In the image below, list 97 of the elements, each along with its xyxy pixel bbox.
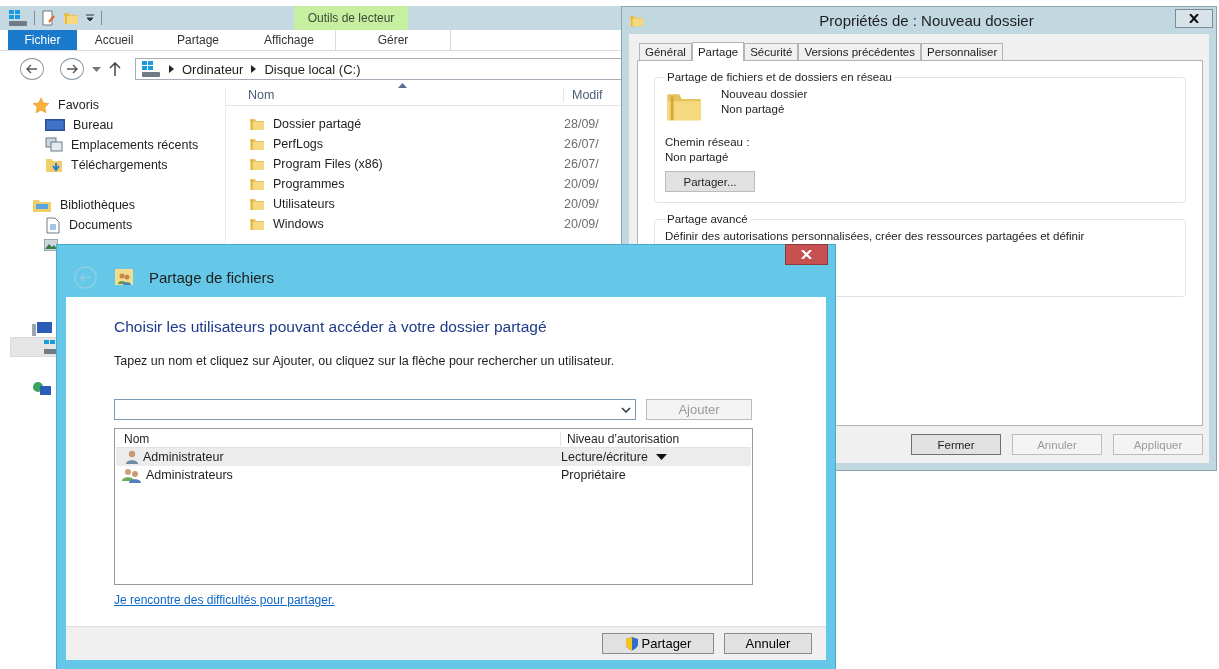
column-header[interactable]: Modif	[564, 88, 624, 102]
history-caret-icon[interactable]	[92, 66, 101, 72]
file-date: 20/09/	[564, 197, 599, 211]
folder-icon	[249, 196, 265, 212]
breadcrumb-arrow-icon	[251, 65, 257, 73]
user-row[interactable]: Administrateurs Propriétaire	[116, 466, 751, 484]
file-date: 20/09/	[564, 217, 599, 231]
dialog-button[interactable]: Partager	[602, 633, 714, 654]
network-path-value: Non partagé	[665, 150, 730, 165]
computer-icon	[32, 321, 52, 337]
picture-library-icon	[44, 239, 58, 251]
column-header[interactable]: Nom	[226, 88, 564, 102]
network-icon	[32, 381, 52, 397]
folder-name: Nouveau dossier	[721, 87, 808, 102]
properties-icon	[41, 10, 57, 26]
share-button[interactable]: Partager...	[665, 171, 755, 192]
file-name[interactable]: Program Files (x86)	[273, 157, 383, 171]
dropdown-icon[interactable]	[85, 13, 95, 23]
permission-level: Lecture/écriture	[561, 450, 648, 464]
nav-item[interactable]: Emplacements récents	[71, 138, 199, 152]
recent-places-icon	[45, 137, 63, 153]
new-folder-icon	[63, 10, 79, 26]
drive-icon	[141, 60, 161, 78]
tab[interactable]: Sécurité	[744, 43, 799, 60]
ribbon-tab[interactable]: Gérer	[335, 30, 451, 50]
drive-icon	[8, 9, 28, 27]
file-name[interactable]: Programmes	[273, 177, 345, 191]
column-header[interactable]: Nom	[116, 431, 561, 446]
description: Définir des autorisations personnalisées, créer des ressources partagées et définir	[665, 229, 1086, 244]
address-bar[interactable]: Ordinateur Disque local (C:)	[135, 58, 624, 80]
shield-icon	[624, 636, 639, 651]
nav-group-label[interactable]: Favoris	[58, 98, 99, 112]
user-name: Administrateurs	[146, 468, 233, 482]
ribbon-tab[interactable]: Partage	[151, 30, 245, 50]
file-date: 20/09/	[564, 177, 599, 191]
close-icon	[1189, 14, 1199, 23]
monitor-icon	[45, 118, 65, 132]
group-title: Partage avancé	[666, 213, 749, 225]
folder-icon	[249, 176, 265, 192]
user-row[interactable]: Administrateur Lecture/écriture	[116, 448, 751, 466]
nav-item[interactable]: Bureau	[73, 118, 114, 132]
back-arrow-icon	[26, 64, 38, 74]
group-title: Partage de fichiers et de dossiers en réseau	[666, 71, 894, 83]
nav-item[interactable]: Téléchargements	[71, 158, 168, 172]
folder-icon	[249, 156, 265, 172]
instruction-text: Tapez un nom et cliquez sur Ajouter, ou cliquez sur la flèche pour rechercher un utilisateur.	[114, 354, 616, 368]
user-name: Administrateur	[143, 450, 224, 464]
file-date: 26/07/	[564, 137, 599, 151]
ribbon-context-label: Outils de lecteur	[294, 6, 408, 30]
tab[interactable]: Partage	[691, 42, 745, 61]
folder-icon	[629, 13, 644, 28]
library-icon	[32, 197, 52, 213]
permission-level: Propriétaire	[561, 468, 626, 482]
file-name[interactable]: PerfLogs	[273, 137, 324, 151]
dialog-button[interactable]: Fermer	[911, 434, 1001, 455]
share-status: Non partagé	[721, 102, 786, 117]
file-name[interactable]: Dossier partagé	[273, 117, 362, 131]
document-icon	[45, 216, 61, 234]
nav-item[interactable]: Documents	[69, 218, 133, 232]
up-arrow-icon[interactable]	[109, 62, 121, 76]
breadcrumb-arrow-icon	[169, 65, 174, 73]
help-link[interactable]: Je rencontre des difficultés pour partager.	[114, 593, 335, 607]
ribbon-tab[interactable]: Affichage	[245, 30, 333, 50]
network-path-label: Chemin réseau :	[665, 135, 751, 150]
nav-group-label[interactable]: Bibliothèques	[60, 198, 136, 212]
window-title: Propriétés de : Nouveau dossier	[819, 12, 1034, 29]
column-header[interactable]: Niveau d’autorisation	[561, 431, 751, 446]
users-icon	[122, 467, 142, 483]
ribbon-tab[interactable]: Fichier	[8, 30, 77, 50]
tab[interactable]: Personnaliser	[921, 43, 1004, 60]
breadcrumb[interactable]: Disque local (C:)	[264, 61, 361, 77]
folder-icon	[249, 116, 265, 132]
close-button[interactable]	[785, 244, 828, 265]
dialog-heading: Choisir les utilisateurs pouvant accéder à votre dossier partagé	[114, 318, 548, 336]
forward-arrow-icon	[66, 64, 78, 74]
folder-icon	[249, 216, 265, 232]
breadcrumb[interactable]: Ordinateur	[182, 61, 244, 77]
star-icon	[32, 96, 50, 114]
file-name[interactable]: Windows	[273, 217, 324, 231]
close-button[interactable]	[1175, 9, 1213, 28]
close-icon	[801, 250, 812, 259]
dropdown-arrow-icon[interactable]	[655, 454, 667, 460]
user-icon	[125, 449, 139, 465]
tab[interactable]: Général	[639, 43, 692, 60]
dialog-button[interactable]: Annuler	[724, 633, 812, 654]
folder-icon	[249, 136, 265, 152]
file-date: 26/07/	[564, 157, 599, 171]
tab[interactable]: Versions précédentes	[798, 43, 921, 60]
sharing-users-icon	[115, 269, 133, 285]
file-name[interactable]: Utilisateurs	[273, 197, 335, 211]
chevron-down-icon[interactable]	[621, 406, 631, 413]
sort-arrow-icon	[398, 83, 407, 88]
drive-icon	[44, 340, 56, 354]
download-folder-icon	[45, 157, 63, 173]
ribbon-tab[interactable]: Accueil	[77, 30, 151, 50]
file-date: 28/09/	[564, 117, 599, 131]
dialog-title: Partage de fichiers	[149, 268, 275, 286]
